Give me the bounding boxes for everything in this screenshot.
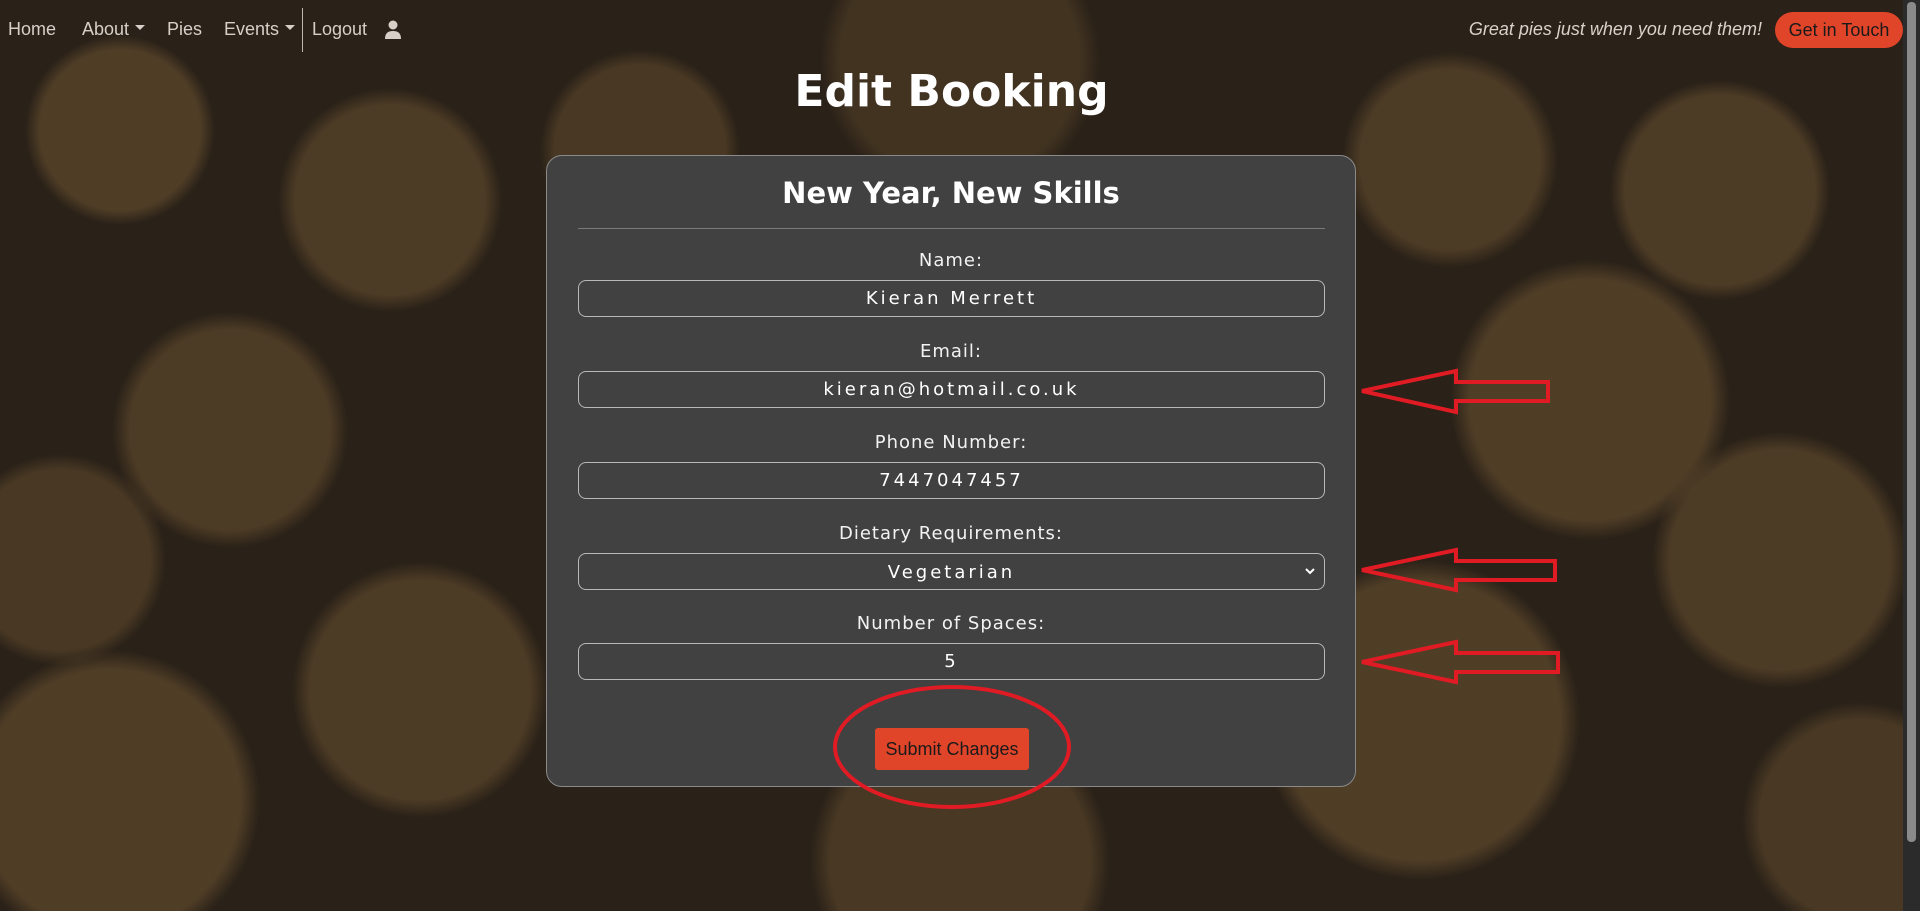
nav-divider <box>302 8 303 52</box>
nav-events-dropdown[interactable]: Events <box>224 19 296 40</box>
name-label: Name: <box>918 250 984 271</box>
dietary-selected-value: Vegetarian <box>887 562 1016 583</box>
dietary-select[interactable]: Vegetarian <box>578 553 1325 590</box>
annotation-arrow <box>1361 368 1550 415</box>
page-title: Edit Booking <box>794 66 1109 117</box>
email-input[interactable] <box>578 371 1325 408</box>
site-tagline: Great pies just when you need them! <box>1468 19 1762 39</box>
annotation-arrow <box>1361 547 1557 593</box>
user-icon[interactable] <box>384 20 402 40</box>
chevron-down-icon <box>1305 568 1315 575</box>
caret-down-icon <box>135 24 146 30</box>
scrollbar[interactable] <box>1903 0 1920 911</box>
phone-input[interactable] <box>578 462 1325 499</box>
name-input[interactable] <box>578 280 1325 317</box>
caret-down-icon <box>285 24 296 30</box>
get-in-touch-button[interactable]: Get in Touch <box>1775 12 1903 48</box>
submit-changes-button[interactable]: Submit Changes <box>875 728 1029 770</box>
nav-about-dropdown[interactable]: About <box>82 19 146 40</box>
nav-logout-link[interactable]: Logout <box>312 19 367 40</box>
annotation-arrow <box>1361 639 1560 685</box>
event-title: New Year, New Skills <box>782 176 1120 210</box>
nav-home-link[interactable]: Home <box>8 19 56 40</box>
spaces-input[interactable] <box>578 643 1325 680</box>
dietary-label: Dietary Requirements: <box>838 523 1063 544</box>
email-label: Email: <box>919 341 982 362</box>
nav-about-label: About <box>82 19 130 39</box>
phone-label: Phone Number: <box>874 432 1028 453</box>
divider <box>578 228 1325 229</box>
nav-pies-link[interactable]: Pies <box>167 19 202 40</box>
spaces-label: Number of Spaces: <box>856 613 1046 634</box>
edit-booking-form: New Year, New Skills Name: Email: Phone … <box>546 155 1356 787</box>
scrollbar-thumb[interactable] <box>1907 2 1916 842</box>
navbar: Home About Pies Events Logout Great pies… <box>0 0 1903 60</box>
nav-events-label: Events <box>224 19 280 39</box>
